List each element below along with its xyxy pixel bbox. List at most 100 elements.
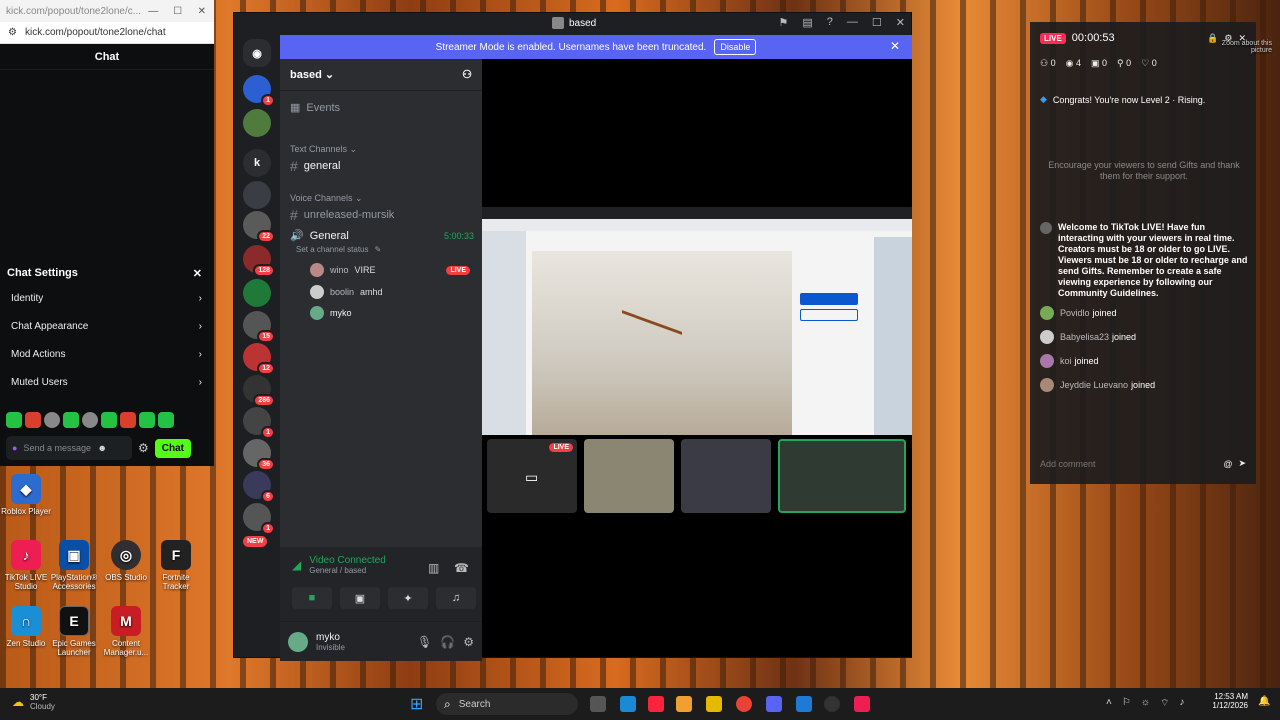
server-icon[interactable]: 36: [243, 439, 275, 471]
disconnect-icon[interactable]: ☎: [454, 561, 469, 575]
send-icon[interactable]: ➤: [1238, 458, 1246, 469]
joiner-name[interactable]: Jeyddie Luevano: [1060, 380, 1128, 390]
channel-general[interactable]: # general: [290, 158, 341, 174]
comment-input[interactable]: Add comment: [1040, 459, 1217, 469]
minimize-icon[interactable]: —: [847, 16, 858, 29]
server-icon[interactable]: 286: [243, 375, 275, 407]
emote-icon[interactable]: [82, 412, 98, 428]
desktop-icon-fortnite-tracker[interactable]: F Fortnite Tracker: [150, 540, 202, 591]
joiner-name[interactable]: koi: [1060, 356, 1072, 366]
desktop-icon-zen-studio[interactable]: ∩ Zen Studio: [0, 606, 52, 648]
maximize-icon[interactable]: ☐: [872, 16, 882, 29]
server-icon[interactable]: 1: [243, 503, 275, 535]
desktop-icon-epic-games[interactable]: E Epic Games Launcher: [48, 606, 100, 657]
chrome-icon[interactable]: [736, 696, 752, 712]
category-voice-channels[interactable]: Voice Channels ⌄: [290, 193, 363, 204]
clock[interactable]: 12:53 AM 1/12/2026: [1204, 692, 1248, 710]
copilot-icon[interactable]: [676, 696, 692, 712]
emote-icon[interactable]: [139, 412, 155, 428]
gear-icon[interactable]: ⚙: [463, 635, 474, 649]
emote-icon[interactable]: [6, 412, 22, 428]
server-icon[interactable]: [243, 109, 271, 137]
desktop-icon-obs[interactable]: ◎ OBS Studio: [100, 540, 152, 582]
joiner-name[interactable]: Povidlo: [1060, 308, 1090, 318]
tray-app-icon[interactable]: ☼: [1141, 697, 1150, 710]
music-icon[interactable]: [648, 696, 664, 712]
task-view-icon[interactable]: [590, 696, 606, 712]
joiner-name[interactable]: Babyelisa23: [1060, 332, 1109, 342]
emote-icon[interactable]: [120, 412, 136, 428]
emote-icon[interactable]: [158, 412, 174, 428]
tray-app-icon[interactable]: ⚐: [1122, 697, 1131, 710]
message-input[interactable]: ● Send a message ☻: [6, 436, 132, 460]
site-info-icon[interactable]: ⚙: [8, 27, 17, 38]
maximize-icon[interactable]: ☐: [165, 6, 189, 17]
stream-tile-camera[interactable]: [681, 439, 771, 513]
events-link[interactable]: ▦ Events: [290, 101, 340, 115]
connection-channel[interactable]: General / based: [309, 566, 386, 575]
headphones-icon[interactable]: 🎧: [440, 635, 455, 649]
desktop-icon-tiktok-studio[interactable]: ♪ TikTok LIVE Studio: [0, 540, 52, 591]
settings-item-muted-users[interactable]: Muted Users ›: [0, 368, 214, 396]
server-header[interactable]: based ⌄ ⚇: [280, 59, 482, 91]
taskbar-search[interactable]: ⌕ Search: [436, 693, 578, 715]
network-icon[interactable]: ⌔: [1160, 697, 1169, 710]
desktop-icon-roblox[interactable]: ◆ Roblox Player: [0, 474, 52, 516]
file-explorer-icon[interactable]: [706, 696, 722, 712]
minimize-icon[interactable]: —: [141, 6, 165, 17]
server-icon[interactable]: 1: [243, 75, 275, 107]
noise-suppression-icon[interactable]: ▥: [428, 561, 439, 575]
settings-item-chat-appearance[interactable]: Chat Appearance ›: [0, 312, 214, 340]
volume-icon[interactable]: ♪: [1179, 697, 1184, 710]
screen-share-button[interactable]: ▣: [340, 587, 380, 609]
shared-screen[interactable]: [482, 207, 912, 435]
server-icon[interactable]: 1: [243, 407, 275, 439]
chat-send-button[interactable]: Chat: [154, 438, 191, 458]
settings-item-mod-actions[interactable]: Mod Actions ›: [0, 340, 214, 368]
windows-start-icon[interactable]: ⊞: [410, 694, 423, 714]
activity-icon[interactable]: ⚑: [779, 16, 789, 29]
mention-icon[interactable]: @: [1223, 459, 1232, 469]
microphone-icon[interactable]: 🎙: [417, 635, 432, 649]
camera-button[interactable]: ■: [292, 587, 332, 609]
emote-icon[interactable]: [63, 412, 79, 428]
emote-icon[interactable]: [44, 412, 60, 428]
tray-overflow-icon[interactable]: ˄: [1106, 697, 1112, 710]
server-icon[interactable]: 12: [243, 343, 275, 375]
edge-icon[interactable]: [620, 696, 636, 712]
channel-status-hint[interactable]: Set a channel status ✎: [296, 245, 381, 254]
channel-unreleased-mursik[interactable]: # unreleased-mursik: [290, 207, 394, 223]
voice-user[interactable]: wino VIRE LIVE: [310, 263, 470, 277]
tiktok-taskbar-icon[interactable]: [854, 696, 870, 712]
soundboard-button[interactable]: ♫: [436, 587, 476, 609]
invite-icon[interactable]: ⚇: [462, 68, 472, 81]
category-text-channels[interactable]: Text Channels ⌄: [290, 144, 357, 155]
close-icon[interactable]: ✕: [896, 16, 905, 29]
server-icon[interactable]: 128: [243, 245, 275, 277]
desktop-icon-content-manager[interactable]: M Content Manager.u...: [100, 606, 152, 657]
emoji-icon[interactable]: ☻: [97, 443, 106, 453]
server-icon[interactable]: 6: [243, 471, 275, 503]
weather-widget[interactable]: ☁ 30°F Cloudy: [12, 693, 55, 711]
server-icon[interactable]: [243, 181, 271, 209]
stream-tile-camera[interactable]: [584, 439, 674, 513]
settings-item-identity[interactable]: Identity ›: [0, 284, 214, 312]
stream-tile-screen[interactable]: LIVE ▭: [487, 439, 577, 513]
voice-user[interactable]: myko: [310, 306, 470, 320]
voice-user[interactable]: boolin amhd: [310, 285, 470, 299]
close-icon[interactable]: ✕: [190, 6, 214, 17]
stream-tile-camera-speaking[interactable]: [778, 439, 906, 513]
discord-taskbar-icon[interactable]: [766, 696, 782, 712]
avatar[interactable]: [288, 631, 308, 652]
desktop-icon-playstation[interactable]: ▣ PlayStation® Accessories: [48, 540, 100, 591]
server-icon[interactable]: 15: [243, 311, 275, 343]
voice-channel-general[interactable]: 🔊 General 5:00:33: [290, 229, 474, 243]
emote-icon[interactable]: [25, 412, 41, 428]
gear-icon[interactable]: ⚙: [138, 441, 149, 455]
server-icon[interactable]: 22: [243, 211, 275, 243]
address-bar[interactable]: ⚙ kick.com/popout/tone2lone/chat: [0, 22, 214, 44]
obs-taskbar-icon[interactable]: [824, 696, 840, 712]
server-icon[interactable]: [243, 279, 271, 307]
activities-button[interactable]: ✦: [388, 587, 428, 609]
server-icon[interactable]: k: [243, 149, 271, 177]
